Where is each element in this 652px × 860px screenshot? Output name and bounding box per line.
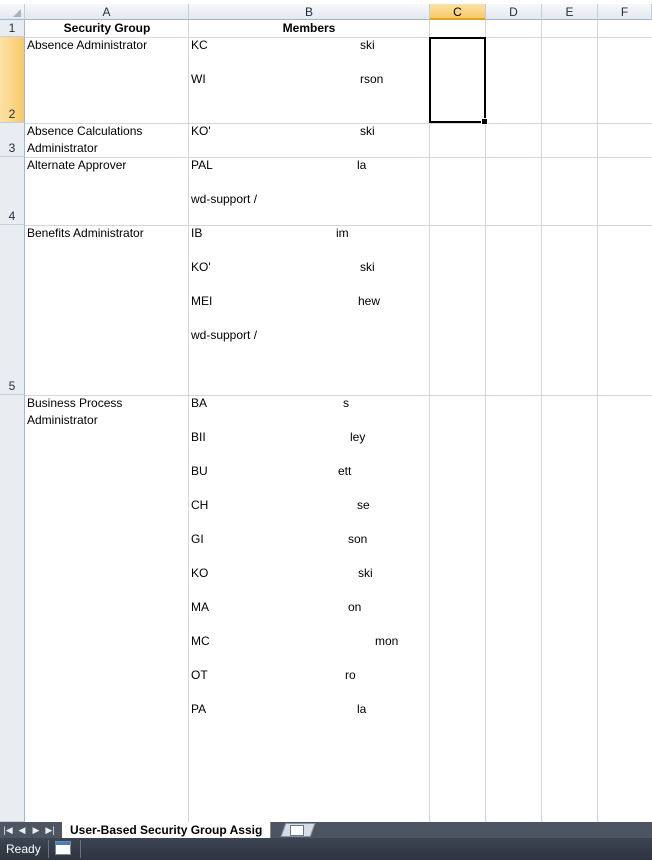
member-name-end: mon: [375, 634, 399, 648]
member-name-end: ski: [360, 124, 375, 138]
gridline: [597, 20, 598, 822]
prev-sheet-icon[interactable]: ◀: [17, 825, 27, 836]
member-name-start: OT: [191, 668, 208, 682]
security-group-name[interactable]: Absence Administrator: [27, 37, 147, 54]
member-name-start: MEI: [191, 294, 213, 308]
member-name-start: PAL: [191, 158, 213, 172]
active-cell-selection[interactable]: [429, 37, 488, 125]
row-header-4[interactable]: 4: [0, 157, 25, 225]
member-name-end: s: [343, 396, 349, 410]
member-entry[interactable]: IB im: [190, 225, 428, 242]
member-entry[interactable]: BU ett: [190, 463, 428, 480]
member-name-end: rson: [360, 72, 384, 86]
column-header-c[interactable]: C: [430, 4, 486, 20]
member-entry[interactable]: BII ley: [190, 429, 428, 446]
row-header-5[interactable]: 5: [0, 225, 25, 395]
header-members[interactable]: Members: [189, 20, 429, 37]
column-header-e[interactable]: E: [542, 4, 598, 20]
member-name-end: im: [336, 226, 349, 240]
member-name-end: se: [357, 498, 370, 512]
header-security-group[interactable]: Security Group: [25, 20, 189, 37]
member-entry[interactable]: PAL la: [190, 157, 428, 174]
member-name-end: la: [357, 158, 367, 172]
security-group-name[interactable]: Alternate Approver: [27, 157, 126, 174]
member-entry[interactable]: KC ski: [190, 37, 428, 54]
row-header-1[interactable]: 1: [0, 20, 25, 37]
member-name-end: on: [348, 600, 362, 614]
security-group-name-line2: Administrator: [27, 413, 98, 427]
row-header-6[interactable]: [0, 395, 25, 822]
member-name-start: GI: [191, 532, 204, 546]
member-name-start: BU: [191, 464, 208, 478]
column-header-a[interactable]: A: [25, 4, 189, 20]
member-name-start: BA: [191, 396, 208, 410]
column-header-b[interactable]: B: [189, 4, 430, 20]
security-group-name[interactable]: Benefits Administrator: [27, 225, 144, 242]
member-name-start: KC: [191, 38, 208, 52]
gridline: [429, 20, 430, 822]
member-name-end: la: [357, 702, 367, 716]
member-name-end: son: [348, 532, 368, 546]
member-entry[interactable]: CH se: [190, 497, 428, 514]
member-entry[interactable]: wd-support /: [190, 191, 428, 208]
member-entry[interactable]: BA s: [190, 395, 428, 412]
record-macro-icon[interactable]: [55, 841, 71, 855]
member-name-end: ley: [350, 430, 366, 444]
member-entry[interactable]: MA on: [190, 599, 428, 616]
member-entry[interactable]: WI rson: [190, 71, 428, 88]
security-group-name[interactable]: Absence Calculations: [27, 123, 142, 140]
gridline: [485, 20, 486, 822]
next-sheet-icon[interactable]: ▶: [31, 825, 41, 836]
member-entry[interactable]: GI son: [190, 531, 428, 548]
column-header-f[interactable]: F: [598, 4, 652, 20]
member-name-start: KO: [191, 566, 209, 580]
status-ready: Ready: [6, 842, 41, 856]
member-entry[interactable]: wd-support /: [190, 327, 428, 344]
member-name-start: wd-support /: [191, 328, 258, 342]
member-entry[interactable]: KO' ski: [190, 259, 428, 276]
member-name-start: KO': [191, 260, 211, 274]
column-header-d[interactable]: D: [486, 4, 542, 20]
member-name-start: PA: [191, 702, 207, 716]
member-name-start: CH: [191, 498, 209, 512]
select-all-corner[interactable]: [0, 4, 25, 20]
member-name-start: MC: [191, 634, 210, 648]
member-name-end: ett: [338, 464, 352, 478]
member-entry[interactable]: KO ski: [190, 565, 428, 582]
security-group-name-line2: Administrator: [27, 141, 98, 155]
member-name-end: ski: [360, 38, 375, 52]
member-name-start: MA: [191, 600, 209, 614]
member-name-start: IB: [191, 226, 203, 240]
security-group-name[interactable]: Business Process: [27, 395, 122, 412]
sheet-tab-active[interactable]: User-Based Security Group Assig: [62, 822, 272, 838]
status-separator: [48, 840, 49, 858]
row-header-2[interactable]: 2: [0, 37, 25, 123]
member-entry[interactable]: OT ro: [190, 667, 428, 684]
member-name-start: WI: [191, 72, 206, 86]
member-name-end: hew: [358, 294, 381, 308]
gridline: [541, 20, 542, 822]
member-name-start: KO': [191, 124, 211, 138]
member-entry[interactable]: PA la: [190, 701, 428, 718]
member-name-end: ro: [345, 668, 356, 682]
sheet-tab-bar: |◀ ◀ ▶ ▶| User-Based Security Group Assi…: [0, 822, 652, 838]
gridline: [188, 20, 189, 822]
member-entry[interactable]: MEI hew: [190, 293, 428, 310]
status-bar: Ready: [0, 838, 652, 860]
member-entry[interactable]: MC mon: [190, 633, 428, 650]
insert-sheet-icon[interactable]: [290, 825, 304, 836]
last-sheet-icon[interactable]: ▶|: [45, 825, 55, 836]
status-separator: [80, 840, 81, 858]
member-name-end: ski: [360, 260, 375, 274]
member-entry[interactable]: KO' ski: [190, 123, 428, 140]
member-name-start: wd-support /: [191, 192, 258, 206]
row-header-3[interactable]: 3: [0, 123, 25, 157]
member-name-end: ski: [358, 566, 373, 580]
member-name-start: BII: [191, 430, 206, 444]
first-sheet-icon[interactable]: |◀: [3, 825, 13, 836]
